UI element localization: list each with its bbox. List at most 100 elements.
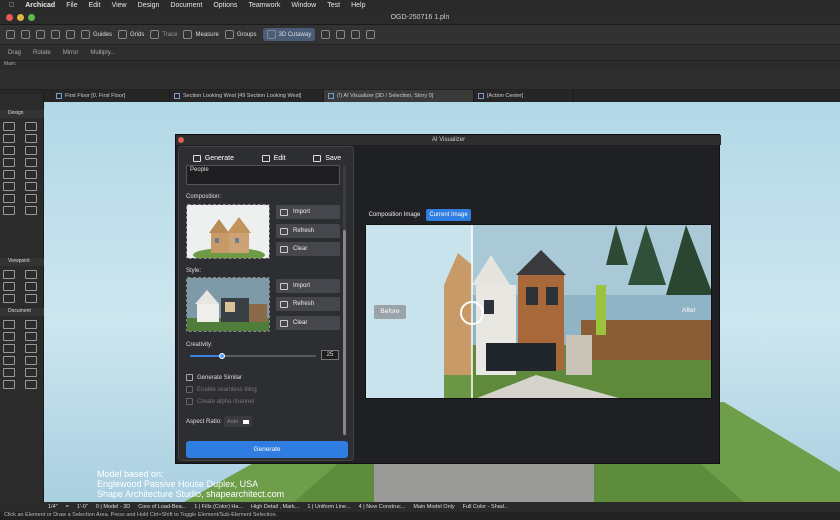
scale-field[interactable]: 1/4" [48,504,58,510]
pen-set[interactable]: 1 | Fills (Color) Ha... [194,504,243,510]
chevron-down-icon[interactable] [321,30,331,39]
column-tool-icon[interactable] [3,134,15,143]
change-tool-icon[interactable] [25,294,37,303]
drag-button[interactable]: Drag [8,50,21,56]
menu-options[interactable]: Options [213,2,237,9]
generate-similar-checkbox[interactable]: Generate Similar [186,374,242,381]
style-thumbnail[interactable] [186,277,270,332]
prompt-textarea[interactable]: People [186,165,340,185]
menu-app[interactable]: Archicad [25,2,55,9]
style-refresh-button[interactable]: Refresh [276,297,340,311]
object-tool-icon[interactable] [25,182,37,191]
toolbox-design-header[interactable]: Design [0,110,44,118]
line-weight[interactable]: 1 | Uniform Line... [307,504,350,510]
eyedropper-icon[interactable] [51,30,60,39]
renovation-filter[interactable]: 4 | New Construc... [359,504,406,510]
before-after-comparison[interactable]: Before After [365,224,712,399]
comparison-slider-handle[interactable] [465,306,479,320]
slab-tool-icon[interactable] [25,122,37,131]
drawing-tool-icon[interactable] [3,368,15,377]
skylight-tool-icon[interactable] [25,206,37,215]
rotate-button[interactable]: Rotate [33,50,51,56]
menu-design[interactable]: Design [138,2,160,9]
creativity-slider[interactable] [190,355,316,357]
tab-ai-visualizer[interactable]: (!) AI Visualizer [3D / Selection, Story… [324,90,474,102]
line-tool-icon[interactable] [25,344,37,353]
cutaway-button[interactable]: 3D Cutaway [262,28,316,41]
magic-wand-icon[interactable] [351,30,361,39]
tab-generate[interactable]: Generate [192,154,234,162]
grids-button[interactable]: Grids [118,30,144,39]
composition-import-button[interactable]: Import [276,205,340,219]
worksheet-tool-icon[interactable] [25,282,37,291]
hotspot-tool-icon[interactable] [25,380,37,389]
trace-button[interactable]: Trace [150,30,177,39]
level-dimension-tool-icon[interactable] [25,320,37,329]
panel-scrollbar[interactable] [343,230,346,435]
door-tool-icon[interactable] [3,146,15,155]
fill-tool-icon[interactable] [3,344,15,353]
railing-tool-icon[interactable] [25,158,37,167]
window-tool-icon[interactable] [25,146,37,155]
guides-button[interactable]: Guides [81,30,112,39]
menu-window[interactable]: Window [291,2,316,9]
snap-icon[interactable] [336,30,346,39]
interior-elevation-tool-icon[interactable] [3,282,15,291]
undo-icon[interactable] [6,30,15,39]
tab-save[interactable]: Save [313,154,341,162]
detail-tool-icon[interactable] [3,294,15,303]
roof-tool-icon[interactable] [3,170,15,179]
edit-icon[interactable] [366,30,376,39]
model-filter[interactable]: Main Model Only [413,504,454,510]
style-clear-button[interactable]: Clear [276,316,340,330]
menu-help[interactable]: Help [351,2,365,9]
curtain-wall-tool-icon[interactable] [3,182,15,191]
stair-tool-icon[interactable] [3,158,15,167]
composition-image-toggle[interactable]: Composition Image [366,209,423,221]
redo-icon[interactable] [21,30,30,39]
section-tool-icon[interactable] [3,270,15,279]
pointer-icon[interactable] [36,30,45,39]
zone-tool-icon[interactable] [3,194,15,203]
groups-button[interactable]: Groups [224,30,257,39]
layer-combo[interactable]: 0 | Model - 3D [96,504,130,510]
seamless-tiling-checkbox[interactable]: Enable seamless tiling [186,386,257,393]
mirror-button[interactable]: Mirror [63,50,79,56]
graphic-override[interactable]: Full Color - Shad... [463,504,509,510]
tab-action-center[interactable]: [Action Center] [474,90,574,102]
syringe-icon[interactable] [66,30,75,39]
composition-thumbnail[interactable] [186,204,270,259]
label-tool-icon[interactable] [25,332,37,341]
generate-button[interactable]: Generate [186,441,348,458]
menu-file[interactable]: File [66,2,77,9]
toolbox-viewpoint-header[interactable]: Viewpoint [0,258,44,266]
polyline-tool-icon[interactable] [25,356,37,365]
mvo-combo[interactable]: High Detail , Mark... [251,504,299,510]
tab-edit[interactable]: Edit [261,154,286,162]
scale-value[interactable]: 1'-0" [77,504,88,510]
tab-first-floor[interactable]: First Floor [0. First Floor] [52,90,170,102]
elevation-tool-icon[interactable] [25,270,37,279]
menu-test[interactable]: Test [327,2,340,9]
menu-teamwork[interactable]: Teamwork [248,2,280,9]
style-import-button[interactable]: Import [276,279,340,293]
menu-document[interactable]: Document [170,2,202,9]
alpha-channel-checkbox[interactable]: Create alpha channel [186,398,254,405]
arc-tool-icon[interactable] [3,356,15,365]
menu-edit[interactable]: Edit [89,2,101,9]
text-tool-icon[interactable] [3,332,15,341]
menu-view[interactable]: View [112,2,127,9]
shell-tool-icon[interactable] [25,170,37,179]
toolbox-document-header[interactable]: Document [0,308,44,316]
tab-section[interactable]: Section Looking West [49 Section Looking… [170,90,324,102]
multiply-button[interactable]: Multiply... [90,50,115,56]
figure-tool-icon[interactable] [25,368,37,377]
beam-tool-icon[interactable] [25,134,37,143]
composition-refresh-button[interactable]: Refresh [276,224,340,238]
close-icon[interactable] [178,137,184,143]
creativity-slider-knob[interactable] [218,353,225,359]
composition-clear-button[interactable]: Clear [276,242,340,256]
apple-icon[interactable]:  [9,2,14,9]
dimension-tool-icon[interactable] [3,320,15,329]
measure-button[interactable]: Measure [183,30,219,39]
